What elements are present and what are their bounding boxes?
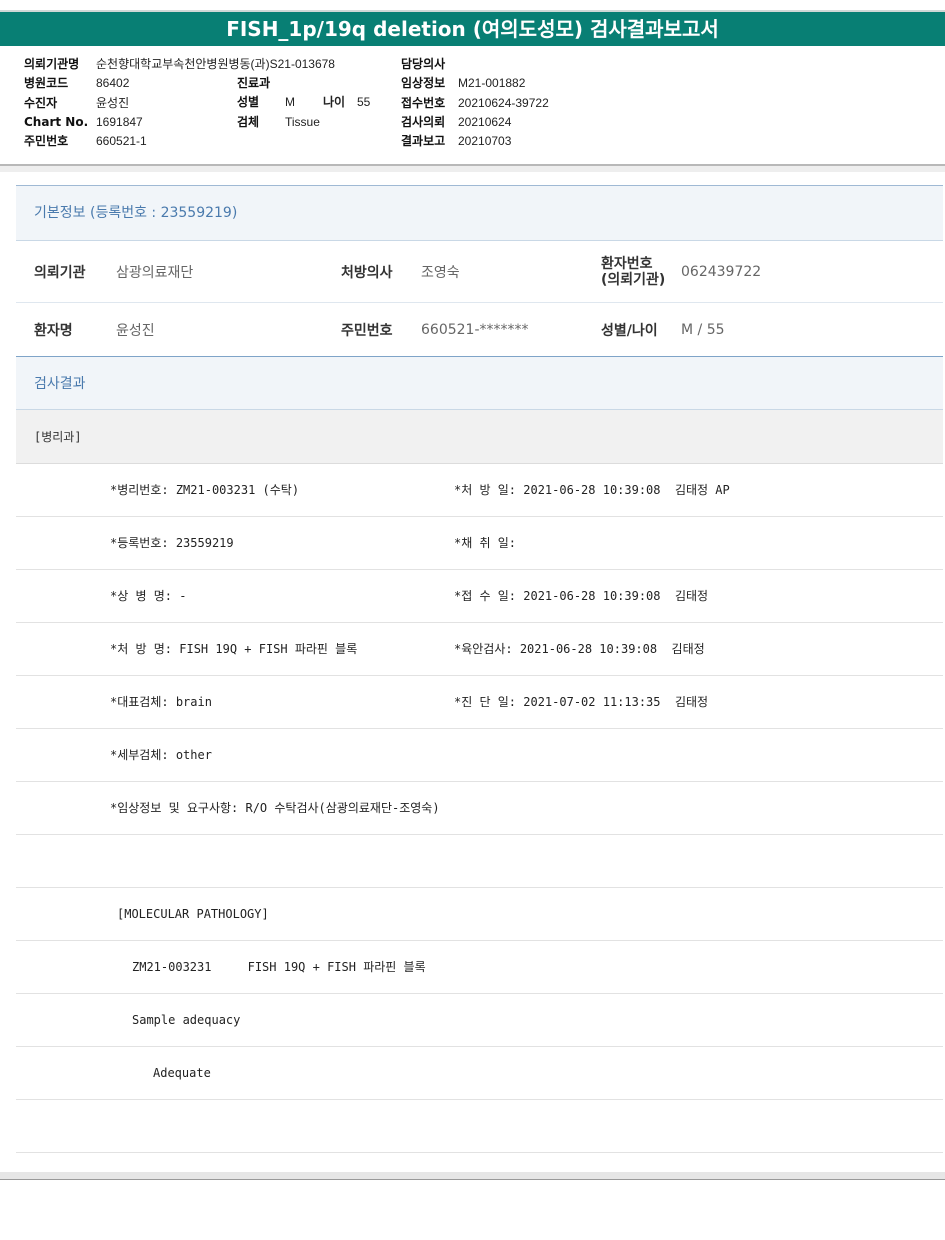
blank-line xyxy=(16,1100,943,1153)
result-line: *병리번호: ZM21-003231 (수탁) *처 방 일: 2021-06-… xyxy=(16,464,943,517)
info-key: 환자번호 (의뢰기관) xyxy=(601,256,681,288)
blank-line xyxy=(16,835,943,888)
header-value: 윤성진 xyxy=(96,95,130,110)
header-row-request-date: 검사의뢰 20210624 xyxy=(401,113,549,132)
result-line: *임상정보 및 요구사항: R/O 수탁검사(삼광의료재단-조영숙) xyxy=(16,782,943,835)
header-value: Tissue xyxy=(285,114,320,129)
info-cell: 성별/나이 M / 55 xyxy=(601,320,725,340)
header-label: 담당의사 xyxy=(401,57,446,71)
header-row-sex-age: 성별 M 나이 55 xyxy=(237,93,370,112)
sample-adequacy-label: Sample adequacy xyxy=(132,1013,241,1027)
header-label: 주민번호 xyxy=(24,134,69,149)
info-key-line: (의뢰기관) xyxy=(601,271,666,288)
result-line: *상 병 명: - *접 수 일: 2021-06-28 10:39:08 김태… xyxy=(16,570,943,623)
result-right: *육안검사: 2021-06-28 10:39:08 김태정 xyxy=(454,642,705,656)
basic-info-title: 기본정보 xyxy=(34,205,86,221)
header-label: 성별 xyxy=(237,95,260,110)
header-value: 1691847 xyxy=(96,114,143,129)
header-value: 순천향대학교부속천안병원병동(과)S21-013678 xyxy=(96,57,335,71)
info-cell: 의뢰기관 삼광의료재단 xyxy=(16,262,341,282)
result-line: [MOLECULAR PATHOLOGY] xyxy=(16,888,943,941)
header-divider-shadow xyxy=(0,166,945,172)
header-label: 검체 xyxy=(237,114,260,129)
department-label: [병리과] xyxy=(16,410,943,464)
basic-info-heading: 기본정보 (등록번호 : 23559219) xyxy=(16,186,943,241)
basic-info-row: 의뢰기관 삼광의료재단 처방의사 조영숙 환자번호 (의뢰기관) 0624397… xyxy=(16,241,943,303)
result-left: *세부검체: other xyxy=(110,748,212,762)
result-line: *대표검체: brain *진 단 일: 2021-07-02 11:13:35… xyxy=(16,676,943,729)
result-line: ZM21-003231 FISH 19Q + FISH 파라핀 블록 xyxy=(16,941,943,994)
header-label: 진료과 xyxy=(237,76,271,90)
header-row-report-date: 결과보고 20210703 xyxy=(401,132,549,151)
result-left: *처 방 명: FISH 19Q + FISH 파라핀 블록 xyxy=(110,642,358,656)
info-value: 윤성진 xyxy=(116,322,155,339)
header-label: 결과보고 xyxy=(401,134,446,149)
info-value: 062439722 xyxy=(681,263,762,280)
result-right: *접 수 일: 2021-06-28 10:39:08 김태정 xyxy=(454,589,709,603)
header-value: M xyxy=(285,95,295,110)
result-line: *세부검체: other xyxy=(16,729,943,782)
info-key: 의뢰기관 xyxy=(34,264,86,281)
header-value: M21-001882 xyxy=(458,76,526,91)
header-row-resident-no: 주민번호 660521-1 xyxy=(24,132,335,151)
header-row-receipt-no: 접수번호 20210624-39722 xyxy=(401,94,549,113)
info-cell: 처방의사 조영숙 xyxy=(341,262,601,282)
header-value: 86402 xyxy=(96,76,130,91)
result-right: *처 방 일: 2021-06-28 10:39:08 김태정 AP xyxy=(454,483,730,497)
report-title: FISH_1p/19q deletion (여의도성모) 검사결과보고서 xyxy=(0,10,945,46)
info-key: 주민번호 xyxy=(341,322,393,339)
header-age-value: 55 xyxy=(357,95,371,110)
info-cell: 주민번호 660521-******* xyxy=(341,320,601,340)
header-label: 수진자 xyxy=(24,95,58,110)
result-line: Sample adequacy xyxy=(16,994,943,1047)
result-left: *등록번호: 23559219 xyxy=(110,536,234,550)
info-value: 삼광의료재단 xyxy=(116,264,194,281)
header-label: 검사의뢰 xyxy=(401,114,446,129)
molecular-heading: [MOLECULAR PATHOLOGY] xyxy=(117,907,269,921)
header-value: 660521-1 xyxy=(96,134,147,149)
results-heading: 검사결과 xyxy=(16,356,943,410)
result-left: *상 병 명: - xyxy=(110,589,187,603)
molecular-order: ZM21-003231 FISH 19Q + FISH 파라핀 블록 xyxy=(132,960,426,974)
result-line: Adequate xyxy=(16,1047,943,1100)
info-value: M / 55 xyxy=(681,321,725,338)
info-cell: 환자명 윤성진 xyxy=(16,320,341,340)
info-key: 성별/나이 xyxy=(601,322,658,339)
basic-info-row: 환자명 윤성진 주민번호 660521-******* 성별/나이 M / 55 xyxy=(16,303,943,356)
info-value: 660521-******* xyxy=(421,321,529,338)
header-age-label: 나이 xyxy=(323,95,346,110)
header-label: 임상정보 xyxy=(401,76,446,91)
header-label: 병원코드 xyxy=(24,76,69,91)
header-row-clinical-info: 임상정보 M21-001882 xyxy=(401,74,549,93)
result-left: *병리번호: ZM21-003231 (수탁) xyxy=(110,483,300,497)
report-panel: 기본정보 (등록번호 : 23559219) 의뢰기관 삼광의료재단 처방의사 … xyxy=(16,185,943,1153)
result-line: *등록번호: 23559219 *채 취 일: xyxy=(16,517,943,570)
info-key: 환자명 xyxy=(34,322,73,339)
header-label: Chart No. xyxy=(24,114,89,129)
header-row-doctor: 담당의사 xyxy=(401,55,549,74)
header-col-3: 담당의사 임상정보 M21-001882 접수번호 20210624-39722… xyxy=(401,55,549,151)
header-value: 20210624-39722 xyxy=(458,95,549,110)
header-value: 20210703 xyxy=(458,134,512,149)
footer-bar xyxy=(0,1172,945,1180)
result-right: *진 단 일: 2021-07-02 11:13:35 김태정 xyxy=(454,695,709,709)
info-cell: 환자번호 (의뢰기관) 062439722 xyxy=(601,256,761,288)
header-col-2: 진료과 성별 M 나이 55 검체 Tissue xyxy=(237,74,370,132)
header-label: 접수번호 xyxy=(401,95,446,110)
result-left: *임상정보 및 요구사항: R/O 수탁검사(삼광의료재단-조영숙) xyxy=(110,801,440,815)
info-value: 조영숙 xyxy=(421,264,460,281)
result-right: *채 취 일: xyxy=(454,536,517,550)
header-value: 20210624 xyxy=(458,114,512,129)
sample-adequacy-value: Adequate xyxy=(153,1066,211,1080)
info-key: 처방의사 xyxy=(341,264,393,281)
result-left: *대표검체: brain xyxy=(110,695,212,709)
registration-number: (등록번호 : 23559219) xyxy=(89,205,238,221)
info-key-line: 환자번호 xyxy=(601,255,653,272)
header-row-department: 진료과 xyxy=(237,74,370,93)
header-label: 의뢰기관명 xyxy=(24,57,80,71)
header-row-specimen: 검체 Tissue xyxy=(237,113,370,132)
result-line: *처 방 명: FISH 19Q + FISH 파라핀 블록 *육안검사: 20… xyxy=(16,623,943,676)
header-row-institution: 의뢰기관명 순천향대학교부속천안병원병동(과)S21-013678 xyxy=(24,55,335,74)
